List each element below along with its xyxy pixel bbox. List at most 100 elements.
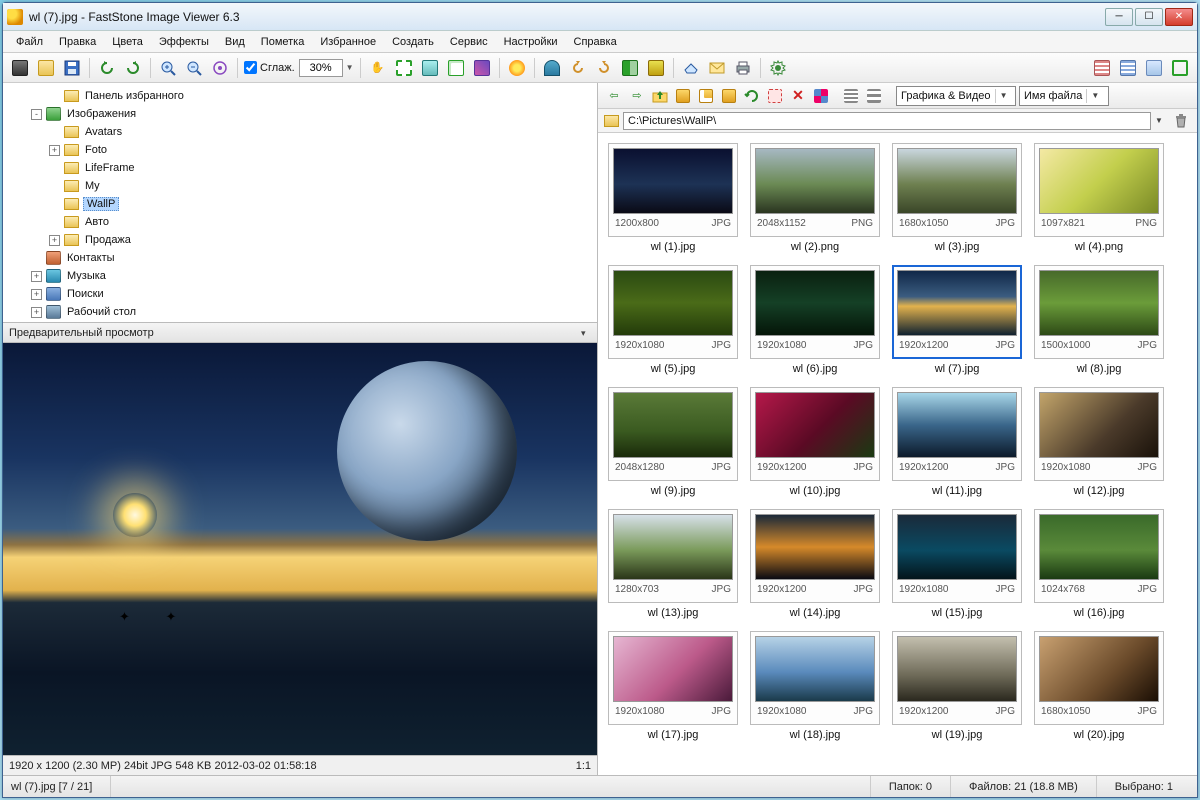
tree-item-панель-избранного[interactable]: Панель избранного bbox=[9, 87, 591, 105]
thumbnail[interactable]: 1920x1080JPGwl (17).jpg bbox=[608, 631, 738, 741]
sort-combo[interactable]: Имя файла ▼ bbox=[1019, 86, 1109, 106]
expand-icon[interactable]: + bbox=[31, 271, 42, 282]
thumbnail[interactable]: 1920x1200JPGwl (14).jpg bbox=[750, 509, 880, 619]
canvas-button[interactable] bbox=[445, 57, 467, 79]
thumbnail[interactable]: 1680x1050JPGwl (20).jpg bbox=[1034, 631, 1164, 741]
menu-настройки[interactable]: Настройки bbox=[497, 34, 565, 50]
expand-icon[interactable]: + bbox=[49, 235, 60, 246]
redo-button[interactable] bbox=[593, 57, 615, 79]
scanner-button[interactable] bbox=[680, 57, 702, 79]
undo-button[interactable] bbox=[567, 57, 589, 79]
thumbnail[interactable]: 1920x1080JPGwl (15).jpg bbox=[892, 509, 1022, 619]
compare-button[interactable] bbox=[619, 57, 641, 79]
tree-item-продажа[interactable]: +Продажа bbox=[9, 231, 591, 249]
folder-tree[interactable]: Панель избранного-ИзображенияAvatars+Fot… bbox=[3, 83, 597, 323]
preview-pane[interactable]: ✦ ✦ bbox=[3, 343, 597, 755]
view-layout-button[interactable] bbox=[811, 86, 831, 106]
path-input[interactable]: C:\Pictures\WallP\ bbox=[623, 112, 1151, 130]
slideshow-button[interactable] bbox=[645, 57, 667, 79]
smooth-checkbox[interactable] bbox=[244, 61, 257, 74]
collapse-icon[interactable]: ▾ bbox=[581, 328, 591, 338]
delete-button[interactable]: ✕ bbox=[788, 86, 808, 106]
rotate-left-button[interactable] bbox=[96, 57, 118, 79]
thumbnail[interactable]: 1200x800JPGwl (1).jpg bbox=[608, 143, 738, 253]
copy-folder-button[interactable] bbox=[719, 86, 739, 106]
zoom-fit-button[interactable] bbox=[209, 57, 231, 79]
thumbnail[interactable]: 1920x1080JPGwl (6).jpg bbox=[750, 265, 880, 375]
tree-item-поиски[interactable]: +Поиски bbox=[9, 285, 591, 303]
tree-item-avatars[interactable]: Avatars bbox=[9, 123, 591, 141]
nav-back-button[interactable]: ⇦ bbox=[604, 86, 624, 106]
minimize-button[interactable]: ─ bbox=[1105, 8, 1133, 26]
thumbnail[interactable]: 1500x1000JPGwl (8).jpg bbox=[1034, 265, 1164, 375]
tree-item-my[interactable]: My bbox=[9, 177, 591, 195]
view-details-button[interactable] bbox=[1117, 57, 1139, 79]
tree-item-рабочий-стол[interactable]: +Рабочий стол bbox=[9, 303, 591, 321]
thumbnail[interactable]: 2048x1152PNGwl (2).png bbox=[750, 143, 880, 253]
select-all-button[interactable] bbox=[765, 86, 785, 106]
capture-button[interactable] bbox=[9, 57, 31, 79]
zoom-in-button[interactable] bbox=[157, 57, 179, 79]
fullscreen-button[interactable] bbox=[1169, 57, 1191, 79]
trash-button[interactable] bbox=[1171, 111, 1191, 131]
filter-combo[interactable]: Графика & Видео ▼ bbox=[896, 86, 1016, 106]
tree-item-авто[interactable]: Авто bbox=[9, 213, 591, 231]
tree-item-wallp[interactable]: WallP bbox=[9, 195, 591, 213]
menu-создать[interactable]: Создать bbox=[385, 34, 441, 50]
close-button[interactable]: ✕ bbox=[1165, 8, 1193, 26]
save-button[interactable] bbox=[61, 57, 83, 79]
zoom-out-button[interactable] bbox=[183, 57, 205, 79]
view-list-button[interactable] bbox=[1091, 57, 1113, 79]
thumbnail[interactable]: 1280x703JPGwl (13).jpg bbox=[608, 509, 738, 619]
menu-правка[interactable]: Правка bbox=[52, 34, 103, 50]
expand-icon[interactable]: + bbox=[31, 289, 42, 300]
chevron-down-icon[interactable]: ▼ bbox=[1155, 116, 1167, 125]
menu-эффекты[interactable]: Эффекты bbox=[152, 34, 216, 50]
settings-button[interactable] bbox=[767, 57, 789, 79]
menu-файл[interactable]: Файл bbox=[9, 34, 50, 50]
tree-item-изображения[interactable]: -Изображения bbox=[9, 105, 591, 123]
thumbnail[interactable]: 1024x768JPGwl (16).jpg bbox=[1034, 509, 1164, 619]
thumbnail[interactable]: 1920x1200JPGwl (19).jpg bbox=[892, 631, 1022, 741]
fav-button[interactable] bbox=[673, 86, 693, 106]
menu-пометка[interactable]: Пометка bbox=[254, 34, 312, 50]
expand-icon[interactable]: + bbox=[49, 145, 60, 156]
menu-вид[interactable]: Вид bbox=[218, 34, 252, 50]
nav-forward-button[interactable]: ⇨ bbox=[627, 86, 647, 106]
print-button[interactable] bbox=[732, 57, 754, 79]
thumbnail[interactable]: 2048x1280JPGwl (9).jpg bbox=[608, 387, 738, 497]
viewmode-large-button[interactable] bbox=[864, 86, 884, 106]
refresh-button[interactable] bbox=[742, 86, 762, 106]
email-button[interactable] bbox=[706, 57, 728, 79]
nav-up-button[interactable] bbox=[650, 86, 670, 106]
preview-info-right[interactable]: 1:1 bbox=[576, 760, 591, 772]
thumbnail[interactable]: 1920x1200JPGwl (7).jpg bbox=[892, 265, 1022, 375]
tree-item-foto[interactable]: +Foto bbox=[9, 141, 591, 159]
menu-справка[interactable]: Справка bbox=[567, 34, 624, 50]
zoom-combo[interactable]: ▼ bbox=[299, 59, 354, 77]
thumbnail[interactable]: 1680x1050JPGwl (3).jpg bbox=[892, 143, 1022, 253]
expand-icon[interactable]: + bbox=[31, 307, 42, 318]
draw-button[interactable] bbox=[471, 57, 493, 79]
maximize-button[interactable]: ☐ bbox=[1135, 8, 1163, 26]
rotate-right-button[interactable] bbox=[122, 57, 144, 79]
thumbnail[interactable]: 1920x1200JPGwl (11).jpg bbox=[892, 387, 1022, 497]
collapse-icon[interactable]: - bbox=[31, 109, 42, 120]
zoom-input[interactable] bbox=[299, 59, 343, 77]
hand-button[interactable]: ✋ bbox=[367, 57, 389, 79]
thumbnail[interactable]: 1097x821PNGwl (4).png bbox=[1034, 143, 1164, 253]
resize-button[interactable] bbox=[419, 57, 441, 79]
new-folder-button[interactable] bbox=[696, 86, 716, 106]
tree-item-lifeframe[interactable]: LifeFrame bbox=[9, 159, 591, 177]
setwallpaper-button[interactable] bbox=[541, 57, 563, 79]
crop-button[interactable] bbox=[393, 57, 415, 79]
thumbnail[interactable]: 1920x1080JPGwl (18).jpg bbox=[750, 631, 880, 741]
thumbnail[interactable]: 1920x1080JPGwl (12).jpg bbox=[1034, 387, 1164, 497]
open-button[interactable] bbox=[35, 57, 57, 79]
color-adjust-button[interactable] bbox=[506, 57, 528, 79]
menu-сервис[interactable]: Сервис bbox=[443, 34, 495, 50]
menu-избранное[interactable]: Избранное bbox=[313, 34, 383, 50]
tree-item-контакты[interactable]: Контакты bbox=[9, 249, 591, 267]
tree-item-музыка[interactable]: +Музыка bbox=[9, 267, 591, 285]
thumbnail[interactable]: 1920x1080JPGwl (5).jpg bbox=[608, 265, 738, 375]
